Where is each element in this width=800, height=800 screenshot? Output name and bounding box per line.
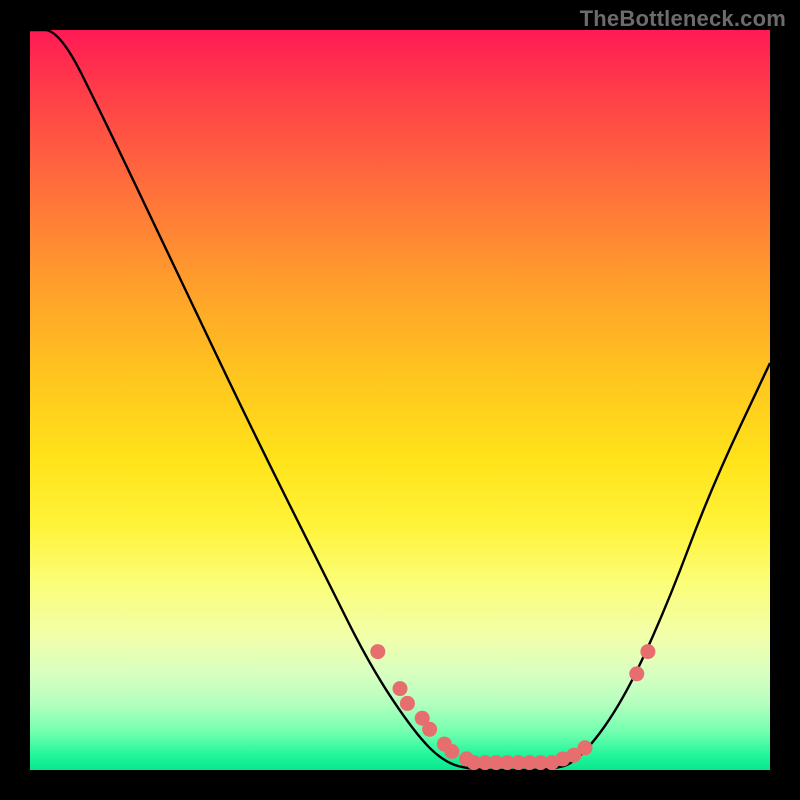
- chart-frame: TheBottleneck.com: [0, 0, 800, 800]
- attribution-label: TheBottleneck.com: [580, 6, 786, 32]
- data-dot: [422, 722, 437, 737]
- data-dot: [400, 696, 415, 711]
- curve-layer: [30, 30, 770, 770]
- plot-area: [30, 30, 770, 770]
- data-dot: [370, 644, 385, 659]
- data-dot: [640, 644, 655, 659]
- bottleneck-curve: [30, 30, 770, 770]
- data-dot: [629, 666, 644, 681]
- data-dot: [578, 740, 593, 755]
- data-dots: [370, 644, 655, 770]
- data-dot: [444, 744, 459, 759]
- data-dot: [393, 681, 408, 696]
